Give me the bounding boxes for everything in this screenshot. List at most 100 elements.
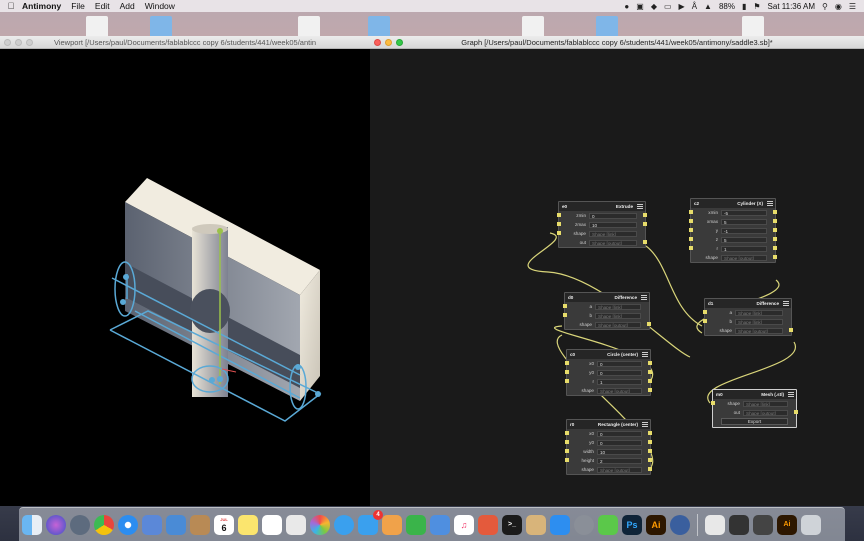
input-port[interactable]	[565, 440, 569, 444]
contacts-icon[interactable]	[190, 514, 210, 535]
field-input[interactable]: 0	[589, 212, 637, 219]
node-menu-icon[interactable]	[641, 295, 647, 300]
output-port[interactable]	[643, 222, 647, 226]
node-d0-difference[interactable]: d0 Difference a Shape [link] b Shape [link…	[563, 292, 651, 330]
wechat-icon[interactable]	[598, 514, 618, 535]
node-menu-icon[interactable]	[767, 201, 773, 206]
node-e0-extrude[interactable]: e0 Extrude zmin 0 zmax 10 shape Shape [link…	[557, 201, 647, 248]
handle-point[interactable]	[217, 376, 223, 382]
input-port[interactable]	[557, 213, 561, 217]
output-port[interactable]	[648, 361, 652, 365]
menu-add[interactable]: Add	[120, 1, 135, 11]
close-button[interactable]	[4, 39, 11, 46]
ai-file-stack-icon[interactable]: Ai	[777, 514, 797, 535]
node-menu-icon[interactable]	[642, 422, 648, 427]
wifi-icon[interactable]: ▲	[704, 2, 712, 11]
pages-icon[interactable]	[382, 514, 402, 535]
input-port[interactable]	[689, 228, 693, 232]
output-port[interactable]	[773, 210, 777, 214]
launchpad-icon[interactable]	[70, 514, 90, 535]
input-port[interactable]	[689, 219, 693, 223]
bluetooth-icon[interactable]: Å	[692, 2, 697, 11]
input-port[interactable]	[565, 458, 569, 462]
handle-point[interactable]	[123, 274, 129, 280]
input-port[interactable]	[563, 304, 567, 308]
input-port[interactable]	[557, 222, 561, 226]
output-port[interactable]	[648, 388, 652, 392]
node-c2-cylinder[interactable]: c2 Cylinder (X) xmin -5 xmax 5 y -1 z5 r1 s…	[689, 198, 777, 263]
input-port[interactable]	[565, 370, 569, 374]
input-port[interactable]	[689, 210, 693, 214]
field-input[interactable]: 0	[597, 439, 642, 446]
numbers-icon[interactable]	[406, 514, 426, 535]
app-menu[interactable]: Antimony	[22, 1, 61, 11]
output-port[interactable]	[648, 440, 652, 444]
flag-icon[interactable]: ⚑	[753, 2, 760, 11]
menu-window[interactable]: Window	[145, 1, 175, 11]
field-input[interactable]: 1	[597, 378, 642, 385]
scriptable-icon[interactable]	[526, 514, 546, 535]
trash-icon[interactable]	[801, 514, 821, 535]
volume-icon[interactable]: ▶	[679, 2, 685, 11]
mail-icon[interactable]	[142, 514, 162, 535]
output-port[interactable]	[643, 240, 647, 244]
input-port[interactable]	[565, 431, 569, 435]
output-port[interactable]	[648, 379, 652, 383]
input-port[interactable]	[565, 379, 569, 383]
input-port[interactable]	[557, 231, 561, 235]
dropbox-icon[interactable]: ◆	[651, 2, 657, 11]
output-port[interactable]	[648, 449, 652, 453]
photoshop-icon[interactable]: Ps	[622, 514, 642, 535]
zoom-button[interactable]	[396, 39, 403, 46]
status-icon-2[interactable]: ▣	[636, 2, 644, 11]
menu-edit[interactable]: Edit	[95, 1, 110, 11]
terminal-icon[interactable]: >_	[502, 514, 522, 535]
screenshot-stack-icon[interactable]	[729, 514, 749, 535]
output-port[interactable]	[648, 458, 652, 462]
node-menu-icon[interactable]	[788, 392, 794, 397]
reminders-icon[interactable]	[262, 514, 282, 535]
output-port[interactable]	[773, 228, 777, 232]
input-port[interactable]	[563, 313, 567, 317]
input-port[interactable]	[689, 246, 693, 250]
status-icon-1[interactable]: ●	[624, 2, 629, 11]
output-port[interactable]	[773, 246, 777, 250]
messages-icon[interactable]	[334, 514, 354, 535]
ibooks-icon[interactable]	[478, 514, 498, 535]
node-name[interactable]: m0	[716, 392, 723, 397]
input-port[interactable]	[565, 361, 569, 365]
node-m0-mesh[interactable]: m0 Mesh (.stl) shape Shape [link] out Shap…	[711, 389, 798, 428]
system-preferences-icon[interactable]	[574, 514, 594, 535]
handle-point[interactable]	[209, 377, 215, 383]
viewport-canvas[interactable]	[0, 49, 370, 506]
desktop-file-icon[interactable]	[86, 16, 108, 38]
finder-icon[interactable]	[22, 514, 42, 535]
field-input[interactable]: -1	[721, 227, 767, 234]
minimize-button[interactable]	[15, 39, 22, 46]
field-input[interactable]: 5	[721, 236, 767, 243]
menu-file[interactable]: File	[71, 1, 85, 11]
chrome-icon[interactable]	[94, 514, 114, 535]
node-menu-icon[interactable]	[642, 352, 648, 357]
field-input[interactable]: 0	[597, 430, 642, 437]
illustrator-icon[interactable]: Ai	[646, 514, 666, 535]
desktop-folder-icon[interactable]	[150, 16, 172, 38]
desktop-folder-icon[interactable]	[596, 16, 618, 38]
downloads-stack-icon[interactable]	[705, 514, 725, 535]
photos-icon[interactable]	[310, 514, 330, 535]
output-port[interactable]	[648, 431, 652, 435]
field-input[interactable]: 1	[721, 245, 767, 252]
handle-point[interactable]	[120, 299, 126, 305]
graph-titlebar[interactable]: Graph [/Users/paul/Documents/fablablccc …	[370, 36, 864, 49]
minimize-button[interactable]	[385, 39, 392, 46]
input-port[interactable]	[689, 237, 693, 241]
notification-center-icon[interactable]: ☰	[849, 2, 856, 11]
export-button[interactable]: Export	[721, 418, 788, 425]
desktop-file-icon[interactable]	[298, 16, 320, 38]
3d-model-view[interactable]	[0, 49, 370, 506]
notes-icon[interactable]	[238, 514, 258, 535]
field-input[interactable]: 0	[597, 369, 642, 376]
input-port[interactable]	[703, 310, 707, 314]
node-menu-icon[interactable]	[783, 301, 789, 306]
field-input[interactable]: 0	[597, 360, 642, 367]
